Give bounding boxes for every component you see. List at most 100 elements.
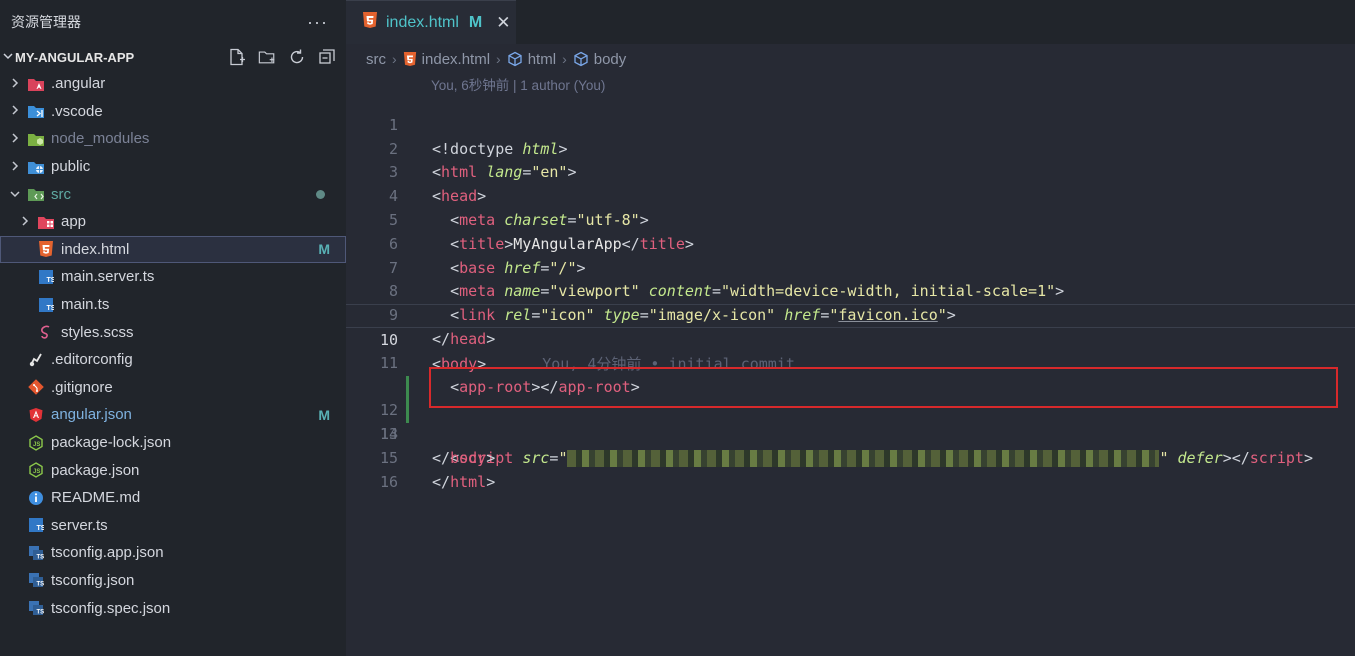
tree-item-node-modules-folder[interactable]: node_modules <box>0 125 346 153</box>
tree-item-readme-md[interactable]: README.md <box>0 484 346 512</box>
tree-item-label: main.server.ts <box>61 268 155 286</box>
breadcrumb-item-file[interactable]: index.html <box>403 51 490 68</box>
code-line-current: 10 <body> You, 4分钟前 • initial commit <box>346 304 1355 373</box>
info-icon <box>27 489 45 507</box>
git-modified-badge: M <box>318 406 330 423</box>
vscode-folder-icon <box>27 102 45 120</box>
modified-dot <box>316 189 325 199</box>
annotation-highlight-box <box>429 367 1338 408</box>
codelens-blame[interactable]: You, 6秒钟前 | 1 author (You) <box>346 74 1355 93</box>
project-title-group: MY-ANGULAR-APP <box>0 50 134 65</box>
breadcrumb-item-src[interactable]: src <box>366 51 386 68</box>
code-line: 1 <!doctype html> <box>346 90 1355 158</box>
more-actions-button[interactable]: ··· <box>307 12 328 33</box>
html5-icon <box>37 240 55 258</box>
tree-item-label: tsconfig.app.json <box>51 544 164 562</box>
tree-item-public-folder[interactable]: public <box>0 153 346 181</box>
html5-icon <box>403 52 416 66</box>
sass-icon <box>37 323 55 341</box>
tree-item-index-html[interactable]: index.html M <box>0 235 346 264</box>
tree-item-angular-folder[interactable]: .angular <box>0 70 346 98</box>
breadcrumb-label: index.html <box>421 50 491 68</box>
token: html <box>450 472 487 491</box>
tree-item-label: tsconfig.json <box>51 571 135 589</box>
svg-text:TS: TS <box>37 554 45 560</box>
app-folder-icon <box>37 213 55 231</box>
git-icon <box>27 378 45 396</box>
tree-item-label: .vscode <box>51 102 103 120</box>
refresh-icon[interactable] <box>288 48 306 66</box>
collapse-all-icon[interactable] <box>318 48 336 66</box>
src-folder-icon <box>27 185 45 203</box>
new-folder-icon[interactable] <box>258 48 276 66</box>
tree-item-label: package.json <box>51 461 140 479</box>
chevron-right-icon <box>7 132 23 146</box>
symbol-element-icon <box>574 51 588 67</box>
chevron-right-icon: › <box>562 51 567 67</box>
node-folder-icon <box>27 130 45 148</box>
tree-item-label: .angular <box>51 75 106 93</box>
tree-item-src-folder[interactable]: src <box>0 180 346 208</box>
svg-text:TS: TS <box>37 525 45 532</box>
tree-item-label: src <box>51 185 71 203</box>
tree-item-tsconfig-app-json[interactable]: TS tsconfig.app.json <box>0 539 346 567</box>
tree-item-vscode-folder[interactable]: .vscode <box>0 98 346 126</box>
tsconfig-icon: TS <box>27 544 45 562</box>
chevron-down-icon <box>7 187 23 201</box>
tree-item-gitignore[interactable]: .gitignore <box>0 374 346 402</box>
line-number: 16 <box>379 472 398 491</box>
tree-item-server-ts[interactable]: TS server.ts <box>0 512 346 540</box>
explorer-title: 资源管理器 <box>11 14 81 30</box>
tree-item-main-ts[interactable]: TS main.ts <box>0 291 346 319</box>
chevron-right-icon: › <box>392 51 397 67</box>
code-line: 8 <link rel="icon" type="image/x-icon" h… <box>346 257 1355 324</box>
new-file-icon[interactable] <box>228 48 246 66</box>
chevron-right-icon <box>7 160 23 174</box>
file-tree: .angular .vscode node_modules public src <box>0 70 346 622</box>
tree-item-label: .gitignore <box>51 378 113 396</box>
tree-item-styles-scss[interactable]: styles.scss <box>0 318 346 346</box>
project-header[interactable]: MY-ANGULAR-APP <box>0 44 346 70</box>
code-line: 2 <html lang="en"> <box>346 114 1355 182</box>
tab-modified-badge: M <box>468 13 483 31</box>
tree-item-tsconfig-spec-json[interactable]: TS tsconfig.spec.json <box>0 594 346 622</box>
svg-text:JS: JS <box>33 442 40 448</box>
tab-bar: index.html M ✕ <box>346 0 1355 44</box>
tree-item-label: main.ts <box>61 296 110 314</box>
code-line: 15 </html> <box>346 423 1355 491</box>
code-line: 5 <title>MyAngularApp</title> <box>346 185 1355 253</box>
breadcrumb: src › index.html › html › body <box>346 44 1355 74</box>
tree-item-angular-json[interactable]: angular.json M <box>0 401 346 429</box>
tree-item-label: .editorconfig <box>51 351 133 369</box>
tree-item-main-server-ts[interactable]: TS main.server.ts <box>0 263 346 291</box>
tree-item-label: angular.json <box>51 406 132 424</box>
tree-item-package-lock-json[interactable]: JS package-lock.json <box>0 429 346 457</box>
tree-item-label: server.ts <box>51 516 108 534</box>
close-icon[interactable]: ✕ <box>496 13 510 33</box>
angular-folder-icon <box>27 75 45 93</box>
nodejs-icon: JS <box>27 434 45 452</box>
code-line: 11 <app-root></app-root> <box>346 328 1355 396</box>
svg-text:JS: JS <box>33 469 40 475</box>
svg-text:TS: TS <box>37 610 45 616</box>
tab-label: index.html <box>386 13 459 31</box>
breadcrumb-item-body[interactable]: body <box>573 51 626 68</box>
tree-item-editorconfig[interactable]: .editorconfig <box>0 346 346 374</box>
code-view[interactable]: 1 <!doctype html> 2 <html lang="en"> 3 <… <box>346 90 1355 491</box>
code-line: 3 <head> <box>346 138 1355 205</box>
svg-text:TS: TS <box>47 277 55 284</box>
project-actions <box>228 48 336 66</box>
tree-item-tsconfig-json[interactable]: TS tsconfig.json <box>0 567 346 595</box>
breadcrumb-label: html <box>527 50 557 68</box>
symbol-element-icon <box>508 51 522 67</box>
tree-item-app-folder[interactable]: app <box>0 208 346 236</box>
tree-item-package-json[interactable]: JS package.json <box>0 456 346 484</box>
typescript-icon: TS <box>27 516 45 534</box>
code-line: 4 <meta charset="utf-8"> <box>346 161 1355 229</box>
html5-icon <box>362 11 378 34</box>
breadcrumb-item-html[interactable]: html <box>507 51 556 68</box>
svg-text:TS: TS <box>37 582 45 588</box>
tree-item-label: index.html <box>61 240 130 258</box>
tab-index-html[interactable]: index.html M ✕ <box>346 0 516 44</box>
tree-item-label: README.md <box>51 489 141 507</box>
